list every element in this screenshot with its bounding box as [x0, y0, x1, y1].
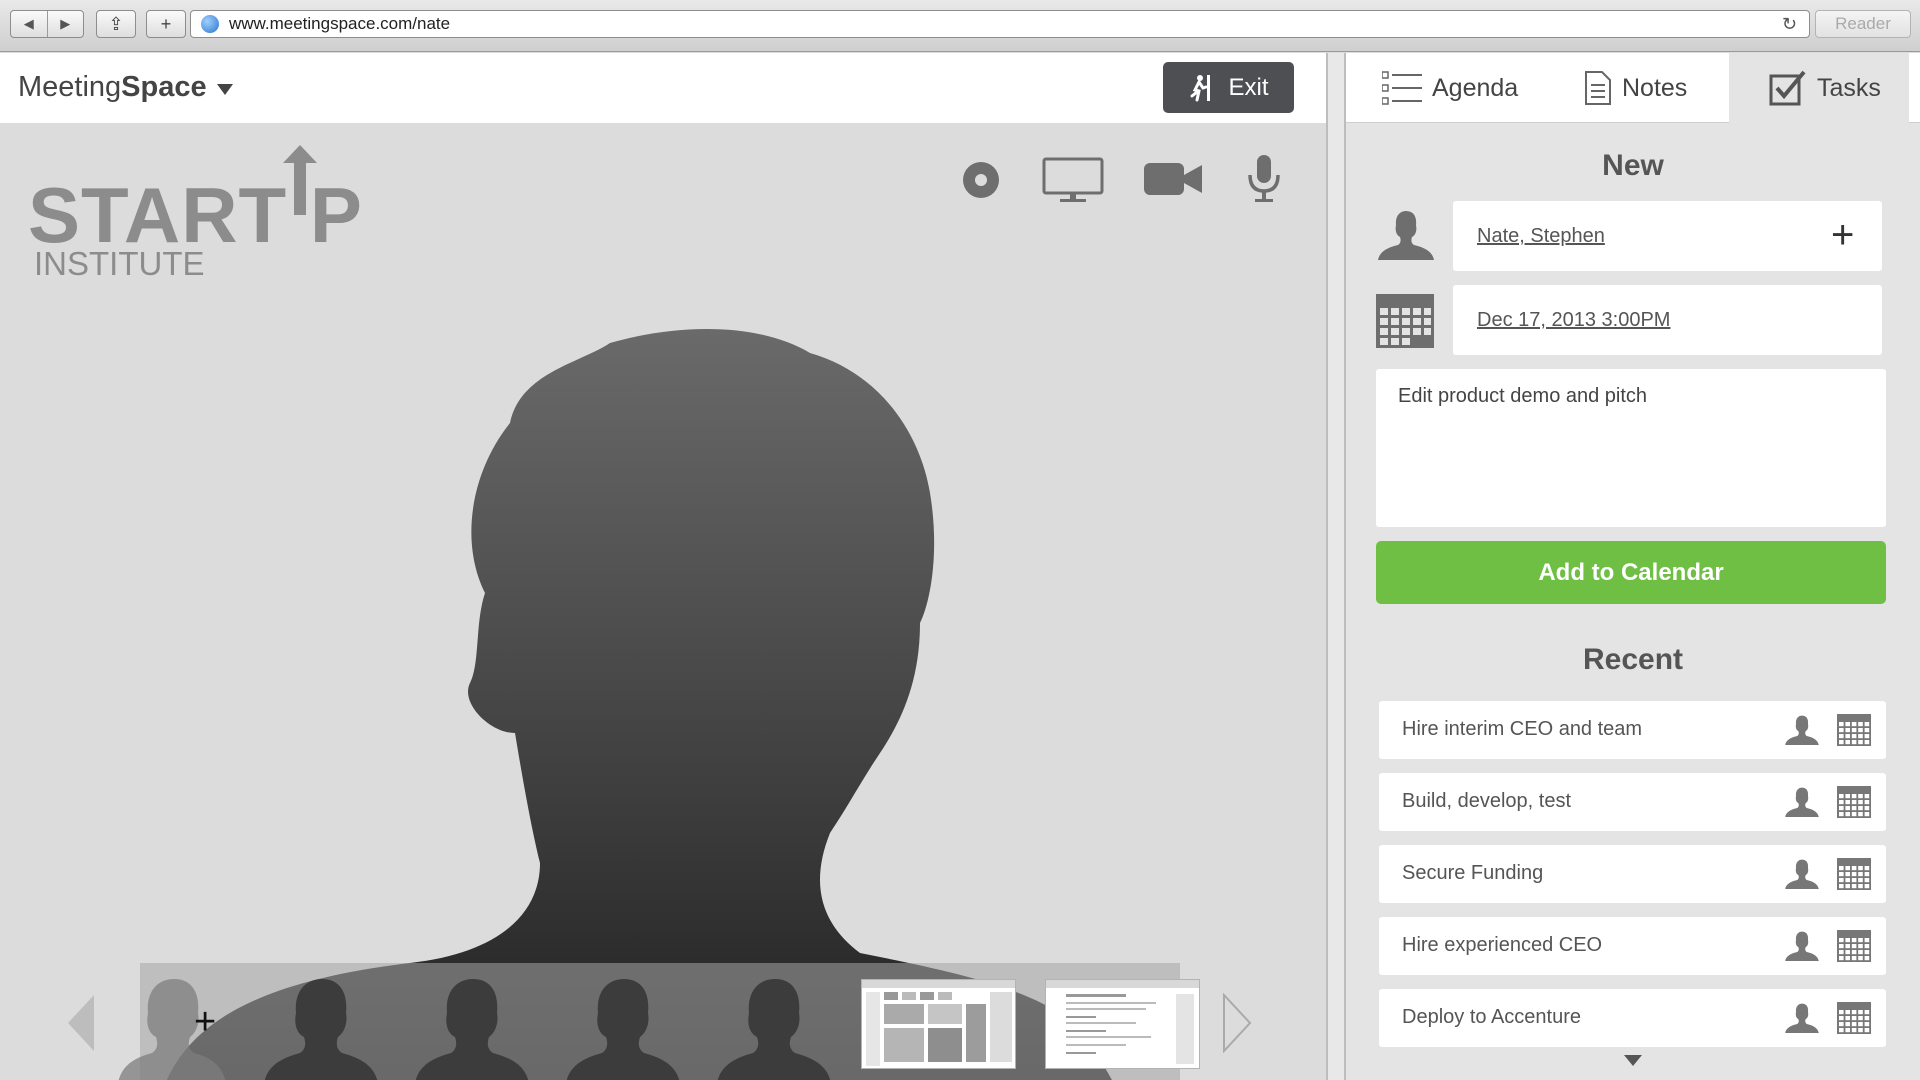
recent-task-item[interactable]: Hire interim CEO and team: [1379, 701, 1886, 759]
video-camera-icon[interactable]: [1144, 161, 1204, 202]
participant-thumb[interactable]: [560, 973, 685, 1080]
add-participant-plus-icon: +: [194, 1001, 217, 1043]
browser-toolbar: ◀ ▶ ⇪ + www.meetingspace.com/nate ↻ Read…: [0, 0, 1920, 52]
person-icon[interactable]: [1784, 715, 1820, 750]
recent-task-label: Hire interim CEO and team: [1402, 718, 1643, 740]
calendar-icon[interactable]: [1837, 930, 1871, 967]
recent-task-label: Deploy to Accenture: [1402, 1006, 1581, 1028]
assignees-link[interactable]: Nate, Stephen: [1477, 225, 1605, 248]
recent-task-item[interactable]: Hire experienced CEO: [1379, 917, 1886, 975]
back-button[interactable]: ◀: [11, 11, 47, 37]
add-assignee-icon[interactable]: +: [1831, 215, 1854, 255]
assignees-field[interactable]: Nate, Stephen +: [1453, 201, 1882, 271]
microphone-icon[interactable]: [1246, 155, 1282, 208]
strip-next-arrow-icon[interactable]: [1222, 993, 1252, 1053]
list-icon: [1382, 71, 1422, 105]
recent-task-item[interactable]: Build, develop, test: [1379, 773, 1886, 831]
screen-share-icon[interactable]: [1042, 157, 1104, 208]
record-icon[interactable]: [962, 161, 1000, 204]
add-participant-thumb[interactable]: +: [108, 973, 233, 1080]
history-nav: ◀ ▶: [10, 10, 84, 38]
calendar-icon[interactable]: [1837, 1002, 1871, 1039]
due-date-field[interactable]: Dec 17, 2013 3:00PM: [1453, 285, 1882, 355]
forward-button[interactable]: ▶: [46, 11, 84, 37]
address-bar[interactable]: www.meetingspace.com/nate ↻: [190, 10, 1810, 38]
scroll-down-icon[interactable]: [1624, 1055, 1642, 1066]
participant-thumb[interactable]: [409, 973, 534, 1080]
plus-icon: +: [160, 13, 172, 34]
calendar-icon[interactable]: [1837, 786, 1871, 823]
recent-task-label: Build, develop, test: [1402, 790, 1571, 812]
tab-agenda[interactable]: Agenda: [1382, 53, 1518, 123]
document-icon: [1585, 71, 1611, 105]
tasks-panel: Agenda Notes Tasks New Nate, Stephen + D…: [1346, 53, 1920, 1080]
recent-task-label: Hire experienced CEO: [1402, 934, 1603, 956]
panel-divider: [1326, 53, 1346, 1080]
recent-task-label: Secure Funding: [1402, 862, 1544, 884]
due-date-link[interactable]: Dec 17, 2013 3:00PM: [1477, 309, 1670, 332]
speaker-silhouette: [166, 329, 1112, 1080]
shared-document-thumb[interactable]: [1045, 979, 1200, 1069]
tab-tasks-label: Tasks: [1817, 73, 1881, 102]
exit-button[interactable]: Exit: [1163, 62, 1294, 113]
exit-label: Exit: [1228, 73, 1269, 101]
task-description-input[interactable]: Edit product demo and pitch: [1376, 369, 1886, 527]
tab-agenda-label: Agenda: [1432, 73, 1519, 102]
panel-tabs: Agenda Notes Tasks: [1346, 53, 1920, 123]
recent-task-item[interactable]: Secure Funding: [1379, 845, 1886, 903]
new-tab-button[interactable]: +: [146, 10, 186, 38]
recent-heading: Recent: [1582, 643, 1684, 676]
chevron-down-icon: [216, 84, 233, 95]
checkbox-icon: [1769, 70, 1806, 106]
media-controls: [960, 153, 1280, 213]
participant-thumb[interactable]: [711, 973, 836, 1080]
add-to-calendar-button[interactable]: Add to Calendar: [1376, 541, 1886, 604]
participant-thumb[interactable]: [258, 973, 383, 1080]
app-logo-menu[interactable]: Meeting Space: [18, 71, 233, 104]
globe-icon: [201, 15, 219, 33]
reload-icon[interactable]: ↻: [1782, 14, 1797, 35]
tab-notes-label: Notes: [1622, 73, 1688, 102]
calendar-icon: [1376, 294, 1434, 348]
tab-notes[interactable]: Notes: [1584, 53, 1687, 123]
video-stage: START P INSTITUTE +: [0, 123, 1326, 1080]
shared-screen-thumb[interactable]: [861, 979, 1016, 1069]
strip-prev-arrow-icon[interactable]: [66, 993, 96, 1053]
reader-button[interactable]: Reader: [1815, 10, 1911, 38]
exit-running-icon: [1190, 74, 1211, 101]
person-icon[interactable]: [1784, 787, 1820, 822]
person-icon[interactable]: [1784, 1003, 1820, 1038]
logo-text-light: Meeting: [18, 71, 122, 103]
calendar-icon[interactable]: [1837, 714, 1871, 751]
app-header: Meeting Space Exit: [0, 53, 1326, 123]
new-task-heading: New: [1602, 149, 1664, 182]
logo-text-bold: Space: [121, 71, 207, 103]
share-icon: ⇪: [108, 13, 124, 34]
url-text: www.meetingspace.com/nate: [229, 14, 451, 33]
person-icon: [1378, 211, 1434, 260]
recent-task-item[interactable]: Deploy to Accenture: [1379, 989, 1886, 1047]
share-button[interactable]: ⇪: [96, 10, 136, 38]
person-icon[interactable]: [1784, 859, 1820, 894]
calendar-icon[interactable]: [1837, 858, 1871, 895]
person-icon[interactable]: [1784, 931, 1820, 966]
tab-tasks[interactable]: Tasks: [1729, 53, 1909, 123]
